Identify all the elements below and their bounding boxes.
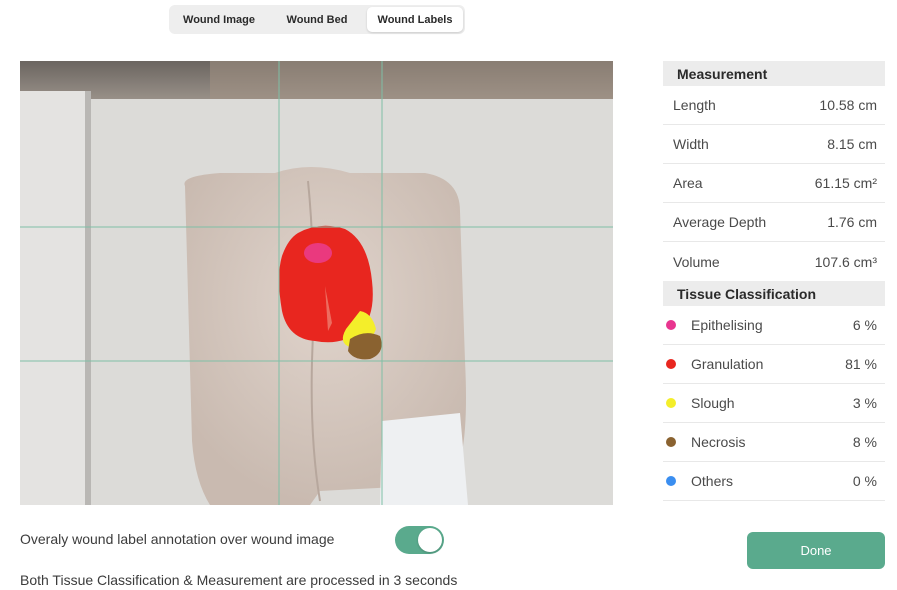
measurement-header: Measurement <box>663 61 885 86</box>
measurement-label: Average Depth <box>673 214 767 230</box>
tissue-classification-header: Tissue Classification <box>663 281 885 306</box>
granulation-color-dot <box>666 359 676 369</box>
tissue-label: Necrosis <box>691 434 746 450</box>
wound-image <box>20 61 613 505</box>
measurement-value: 10.58 cm <box>819 97 877 113</box>
tab-wound-labels[interactable]: Wound Labels <box>367 7 463 32</box>
tissue-label: Slough <box>691 395 735 411</box>
slough-color-dot <box>666 398 676 408</box>
measurement-row-volume: Volume 107.6 cm³ <box>663 242 885 281</box>
measurement-label: Length <box>673 97 716 113</box>
results-panel: Measurement Length 10.58 cm Width 8.15 c… <box>663 61 885 501</box>
measurement-value: 8.15 cm <box>827 136 877 152</box>
tissue-label: Others <box>691 473 734 489</box>
done-button[interactable]: Done <box>747 532 885 569</box>
necrosis-color-dot <box>666 437 676 447</box>
tissue-value: 81 % <box>845 356 877 372</box>
measurement-value: 1.76 cm <box>827 214 877 230</box>
tissue-row-necrosis: Necrosis 8 % <box>663 423 885 462</box>
others-color-dot <box>666 476 676 486</box>
tab-wound-image[interactable]: Wound Image <box>171 7 267 32</box>
epithelising-color-dot <box>666 320 676 330</box>
tissue-label: Granulation <box>691 356 764 372</box>
overlay-toggle-switch[interactable] <box>395 526 444 554</box>
measurement-label: Width <box>673 136 709 152</box>
tissue-value: 3 % <box>852 395 877 411</box>
measurement-label: Volume <box>673 253 720 270</box>
measurement-row-average-depth: Average Depth 1.76 cm <box>663 203 885 242</box>
tissue-value: 6 % <box>852 317 877 333</box>
tissue-row-others: Others 0 % <box>663 462 885 501</box>
measurement-row-area: Area 61.15 cm² <box>663 164 885 203</box>
measurement-row-width: Width 8.15 cm <box>663 125 885 164</box>
tissue-value: 0 % <box>852 473 877 489</box>
tissue-label: Epithelising <box>691 317 763 333</box>
tissue-row-epithelising: Epithelising 6 % <box>663 306 885 345</box>
processing-status-text: Both Tissue Classification & Measurement… <box>20 572 458 588</box>
tissue-row-granulation: Granulation 81 % <box>663 345 885 384</box>
view-segmented-control: Wound Image Wound Bed Wound Labels <box>169 5 465 34</box>
measurement-value: 107.6 cm³ <box>814 253 877 270</box>
measurement-row-length: Length 10.58 cm <box>663 86 885 125</box>
tab-wound-bed[interactable]: Wound Bed <box>267 7 367 32</box>
tissue-value: 8 % <box>852 434 877 450</box>
measurement-value: 61.15 cm² <box>814 175 877 191</box>
overlay-toggle-label: Overaly wound label annotation over woun… <box>20 531 335 547</box>
measurement-list: Length 10.58 cm Width 8.15 cm Area 61.15… <box>663 86 885 281</box>
tissue-row-slough: Slough 3 % <box>663 384 885 423</box>
measurement-label: Area <box>673 175 703 191</box>
tissue-list: Epithelising 6 % Granulation 81 % Slough… <box>663 306 885 501</box>
toggle-knob <box>418 528 442 552</box>
